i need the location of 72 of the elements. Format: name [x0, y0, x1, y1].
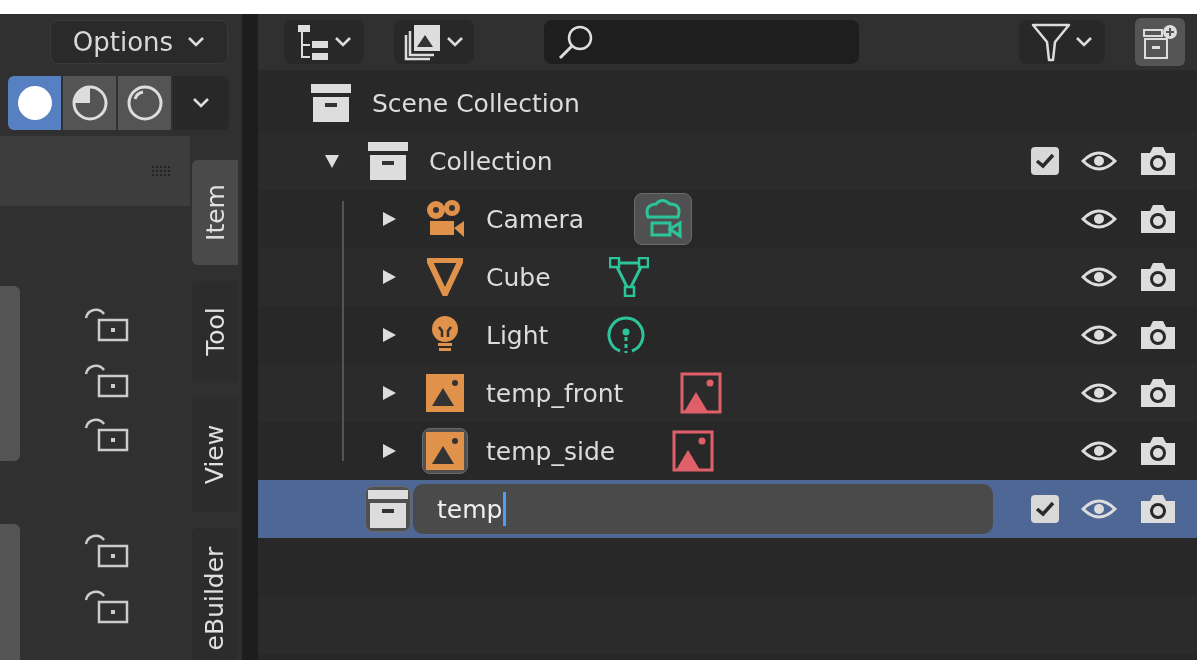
sidebar-tab[interactable]: Tool — [192, 281, 238, 381]
item-name: Camera — [486, 204, 585, 234]
chevron-down-icon — [187, 36, 206, 48]
filter-type-dropdown[interactable] — [394, 20, 474, 64]
camera-icon[interactable] — [1139, 435, 1177, 467]
unlock-icon[interactable] — [84, 306, 130, 342]
camera-icon[interactable] — [1139, 261, 1177, 293]
chevron-down-icon — [192, 97, 210, 109]
camera-icon[interactable] — [1139, 377, 1177, 409]
mesh-data-icon[interactable] — [608, 257, 649, 297]
eye-icon[interactable] — [1081, 381, 1117, 405]
item-name: Cube — [486, 262, 551, 292]
triangle-icon — [427, 258, 463, 296]
outliner-row[interactable]: temp — [258, 480, 1197, 538]
image-data-icon[interactable] — [672, 430, 715, 472]
eye-icon[interactable] — [1081, 149, 1117, 173]
rename-field[interactable]: temp — [413, 484, 993, 534]
shading-dropdown[interactable] — [173, 76, 229, 130]
unlock-icon[interactable] — [84, 532, 130, 568]
image-stack-icon — [404, 23, 442, 61]
camera-icon[interactable] — [1139, 203, 1177, 235]
search-icon — [558, 24, 594, 60]
chevron-down-icon — [1075, 36, 1093, 48]
sidebar-tab[interactable]: View — [192, 397, 238, 512]
unlock-icon[interactable] — [84, 588, 130, 624]
collection-icon — [368, 490, 408, 528]
image-data-icon[interactable] — [680, 372, 723, 414]
expanded-arrow-icon[interactable] — [323, 152, 341, 170]
image-icon — [426, 374, 464, 412]
image-icon — [426, 432, 464, 470]
new-collection-button[interactable] — [1135, 18, 1185, 66]
item-name: Light — [486, 320, 549, 350]
tree-view-icon — [296, 23, 330, 61]
item-name: Scene Collection — [372, 88, 580, 118]
filter-dropdown[interactable] — [1019, 20, 1105, 64]
shading-mode-button[interactable] — [63, 76, 116, 130]
collection-icon — [368, 142, 408, 180]
unlock-icon[interactable] — [84, 416, 130, 452]
camera-icon[interactable] — [1139, 145, 1177, 177]
unlock-icon[interactable] — [84, 362, 130, 398]
new-collection-icon — [1142, 24, 1178, 60]
eye-icon[interactable] — [1081, 439, 1117, 463]
chevron-down-icon — [334, 36, 352, 48]
collapsed-arrow-icon[interactable] — [380, 384, 398, 402]
eye-icon[interactable] — [1081, 207, 1117, 231]
filter-icon — [1031, 22, 1071, 62]
grip-icon[interactable] — [152, 166, 172, 176]
sidebar-tab[interactable]: Item — [192, 160, 238, 265]
options-dropdown[interactable]: Options — [50, 20, 228, 64]
camera-data-icon[interactable] — [642, 199, 685, 239]
item-name: Collection — [429, 146, 553, 176]
sidebar-tab[interactable]: eBuilder — [192, 528, 238, 660]
shading-mode-button[interactable] — [8, 76, 61, 130]
eye-icon[interactable] — [1081, 323, 1117, 347]
movie-camera-icon — [424, 199, 466, 239]
camera-icon[interactable] — [1139, 319, 1177, 351]
camera-icon[interactable] — [1139, 493, 1177, 525]
search-field[interactable] — [544, 20, 859, 64]
chevron-down-icon — [446, 36, 464, 48]
collapsed-arrow-icon[interactable] — [380, 210, 398, 228]
shading-mode-button[interactable] — [118, 76, 171, 130]
eye-icon[interactable] — [1081, 265, 1117, 289]
item-name: temp_front — [486, 378, 624, 408]
item-name: temp_side — [486, 436, 616, 466]
display-mode-dropdown[interactable] — [284, 20, 364, 64]
collection-icon — [311, 84, 351, 122]
checkbox[interactable] — [1031, 495, 1059, 523]
collapsed-arrow-icon[interactable] — [380, 326, 398, 344]
collapsed-arrow-icon[interactable] — [380, 442, 398, 460]
collapsed-arrow-icon[interactable] — [380, 268, 398, 286]
light-data-icon[interactable] — [606, 315, 647, 355]
checkbox[interactable] — [1031, 147, 1059, 175]
